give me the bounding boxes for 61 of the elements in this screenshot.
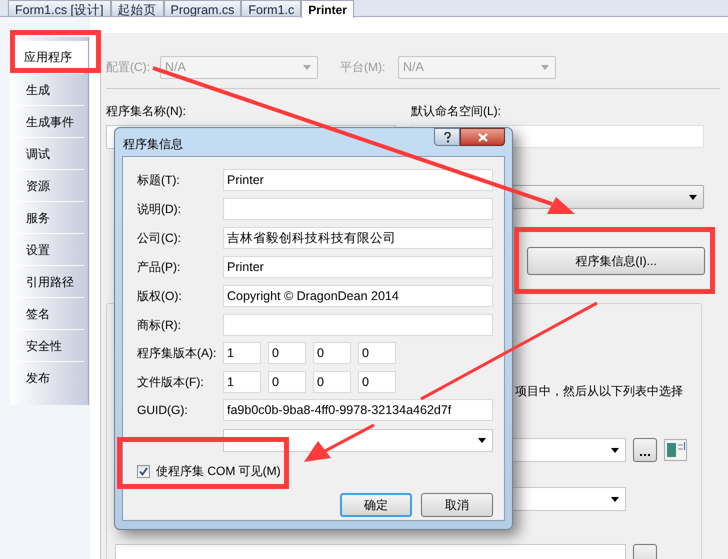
browse-button[interactable] <box>633 438 657 462</box>
editor-tab[interactable]: 起始页 <box>110 0 164 17</box>
field-label: GUID(G): <box>137 402 189 419</box>
caret-icon <box>611 496 619 502</box>
close-icon <box>478 132 488 142</box>
editor-tab[interactable]: Form1.c <box>241 0 302 17</box>
caret-icon <box>611 448 619 452</box>
text-field[interactable] <box>223 198 493 220</box>
field-label: 程序集版本(A): <box>137 345 216 362</box>
field-label: 平台(M): <box>340 59 386 76</box>
sidebar-tab[interactable]: 引用路径 <box>14 265 84 297</box>
caret-icon <box>478 438 486 443</box>
ok-button[interactable]: 确定 <box>340 493 412 517</box>
version-field[interactable]: 0 <box>358 342 396 364</box>
field-label: 产品(P): <box>137 259 182 276</box>
field-label: 配置(C): <box>106 59 151 76</box>
field-label: 文件版本(F): <box>137 374 205 391</box>
version-field[interactable]: 0 <box>313 342 351 364</box>
field-label: 说明(D): <box>137 201 182 218</box>
neutral-language-dropdown[interactable] <box>223 429 493 452</box>
text-field[interactable]: Copyright © DragonDean 2014 <box>223 285 493 307</box>
checkbox[interactable] <box>137 464 150 478</box>
dialog-title: 程序集信息 <box>123 136 183 153</box>
sidebar-tab[interactable]: 生成事件 <box>14 105 84 137</box>
text-field[interactable]: 吉林省毅创科技科技有限公司 <box>223 227 493 249</box>
field-label: 标题(T): <box>137 172 181 189</box>
text-field[interactable]: Printer <box>223 169 493 191</box>
help-icon <box>444 132 450 142</box>
field-label: 公司(C): <box>137 230 182 247</box>
field-label: 商标(R): <box>137 317 182 334</box>
resources-hint: 项目中，然后从以下列表中选择 <box>515 384 683 398</box>
checkbox-label: 使程序集 COM 可见(M) <box>156 463 281 480</box>
text-field[interactable] <box>223 314 493 336</box>
version-field[interactable]: 0 <box>313 371 351 393</box>
guid-field[interactable]: fa9b0c0b-9ba8-4ff0-9978-32134a462d7f <box>223 399 493 421</box>
editor-tab[interactable]: Printer <box>301 0 354 18</box>
field-label: 默认命名空间(L): <box>411 104 501 118</box>
caret-icon <box>303 64 311 70</box>
assembly-info-button[interactable]: 程序集信息(I)... <box>527 247 705 275</box>
app-icon-preview <box>664 439 687 461</box>
caret-icon <box>541 64 549 70</box>
version-field[interactable]: 0 <box>358 371 396 393</box>
field-label: 程序集名称(N): <box>106 104 186 118</box>
sidebar-tab[interactable]: 服务 <box>14 201 84 233</box>
sidebar-tab[interactable]: 生成 <box>14 73 84 105</box>
sidebar-tab[interactable]: 调试 <box>14 137 84 169</box>
sidebar-tab[interactable]: 安全性 <box>14 329 84 361</box>
sidebar-tab[interactable]: 发布 <box>14 361 84 393</box>
version-field[interactable]: 0 <box>268 342 306 364</box>
field-label: 版权(O): <box>137 288 183 305</box>
text-field[interactable]: Printer <box>223 256 493 278</box>
cancel-button[interactable]: 取消 <box>421 493 493 517</box>
version-field[interactable]: 1 <box>223 371 261 393</box>
close-button[interactable] <box>460 128 505 146</box>
sidebar-tab[interactable]: 资源 <box>14 169 84 201</box>
sidebar-tab[interactable]: 设置 <box>14 233 84 265</box>
sidebar-tab[interactable]: 签名 <box>14 297 84 329</box>
version-field[interactable]: 1 <box>223 342 261 364</box>
version-field[interactable]: 0 <box>268 371 306 393</box>
caret-icon <box>689 194 697 200</box>
help-button[interactable] <box>434 128 460 146</box>
